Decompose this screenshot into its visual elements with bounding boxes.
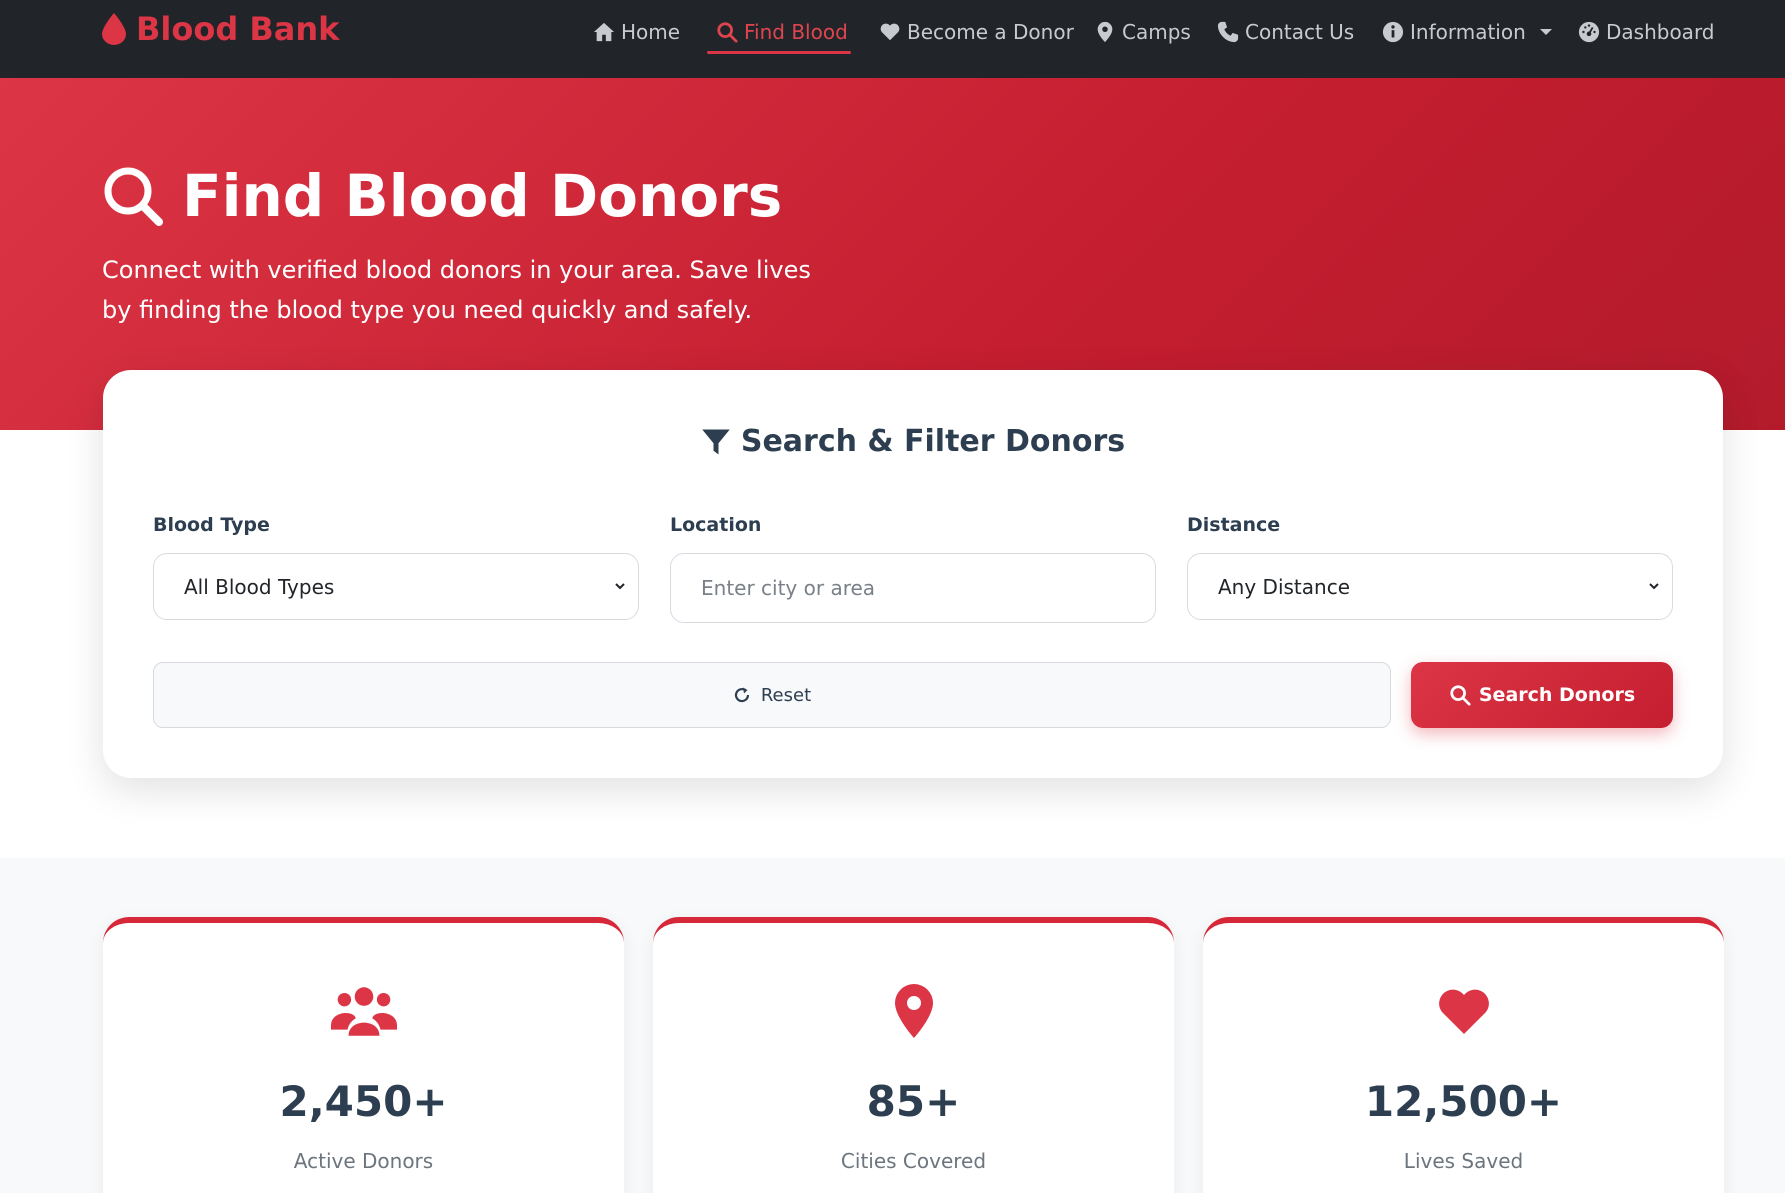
stat-icon-wrap bbox=[103, 983, 624, 1039]
users-icon bbox=[330, 987, 397, 1036]
search-card-heading-text: Search & Filter Donors bbox=[740, 424, 1126, 459]
reset-button-label: Reset bbox=[760, 684, 812, 706]
heart-icon bbox=[880, 23, 900, 41]
distance-label: Distance bbox=[1187, 514, 1281, 536]
stat-label: Cities Covered bbox=[840, 1149, 987, 1173]
location-placeholder: Enter city or area bbox=[701, 576, 876, 600]
reset-button[interactable]: Reset bbox=[153, 662, 1391, 728]
location-input[interactable]: Enter city or area bbox=[670, 553, 1156, 623]
gauge-icon bbox=[1578, 21, 1600, 43]
stat-label: Active Donors bbox=[293, 1149, 434, 1173]
stat-value: 12,500+ bbox=[1364, 1077, 1563, 1126]
chevron-down-icon bbox=[1539, 29, 1552, 35]
heart-icon bbox=[1438, 989, 1489, 1034]
stat-card-cities-covered: 85+ Cities Covered bbox=[653, 917, 1174, 1193]
phone-icon bbox=[1217, 21, 1239, 43]
nav-contact-label: Contact Us bbox=[1245, 20, 1355, 44]
chevron-down-icon bbox=[615, 583, 625, 590]
nav-camps-label: Camps bbox=[1122, 20, 1191, 44]
nav-information-label: Information bbox=[1410, 20, 1526, 44]
stat-icon-wrap bbox=[1203, 983, 1724, 1039]
blood-type-value: All Blood Types bbox=[184, 574, 335, 599]
reset-icon bbox=[734, 687, 749, 703]
home-icon bbox=[593, 22, 615, 42]
nav-camps[interactable]: Camps bbox=[1094, 12, 1191, 52]
nav-home[interactable]: Home bbox=[593, 12, 680, 52]
nav-become-donor[interactable]: Become a Donor bbox=[879, 12, 1074, 52]
nav-dashboard-label: Dashboard bbox=[1606, 20, 1715, 44]
main-nav: Home Find Blood Become a Donor Camps Con… bbox=[0, 0, 1785, 78]
search-icon bbox=[104, 167, 163, 226]
nav-dashboard[interactable]: Dashboard bbox=[1578, 12, 1715, 52]
navbar: Blood Bank Home Find Blood Become a Dono… bbox=[0, 0, 1785, 78]
stat-value: 85+ bbox=[866, 1077, 961, 1126]
hero-subtitle: Connect with verified blood donors in yo… bbox=[102, 256, 811, 324]
nav-find-blood[interactable]: Find Blood bbox=[716, 12, 848, 52]
search-filter-card: Search & Filter Donors Blood Type All Bl… bbox=[103, 370, 1723, 778]
search-icon bbox=[1450, 685, 1471, 706]
stat-card-lives-saved: 12,500+ Lives Saved bbox=[1203, 917, 1724, 1193]
nav-home-label: Home bbox=[621, 20, 681, 44]
map-pin-icon bbox=[894, 984, 933, 1038]
active-nav-indicator bbox=[707, 51, 851, 54]
search-donors-button[interactable]: Search Donors bbox=[1411, 662, 1673, 728]
nav-become-donor-label: Become a Donor bbox=[907, 20, 1074, 44]
location-label: Location bbox=[670, 514, 762, 536]
distance-select[interactable]: Any Distance bbox=[1187, 553, 1673, 620]
map-pin-icon bbox=[1097, 21, 1113, 43]
page-title: Find Blood Donors bbox=[102, 162, 782, 230]
search-card-heading: Search & Filter Donors bbox=[103, 424, 1723, 459]
distance-value: Any Distance bbox=[1218, 574, 1351, 599]
search-donors-button-label: Search Donors bbox=[1478, 684, 1636, 706]
search-icon bbox=[717, 22, 738, 43]
nav-contact[interactable]: Contact Us bbox=[1217, 12, 1354, 52]
nav-find-blood-label: Find Blood bbox=[744, 20, 848, 44]
stat-value: 2,450+ bbox=[279, 1077, 448, 1126]
stat-icon-wrap bbox=[653, 983, 1174, 1039]
filter-icon bbox=[702, 429, 730, 454]
info-icon bbox=[1382, 21, 1404, 43]
nav-information[interactable]: Information bbox=[1382, 12, 1552, 52]
chevron-down-icon bbox=[1649, 583, 1659, 590]
stat-label: Lives Saved bbox=[1403, 1149, 1524, 1173]
blood-type-label: Blood Type bbox=[153, 514, 270, 536]
blood-type-select[interactable]: All Blood Types bbox=[153, 553, 639, 620]
page-title-text: Find Blood Donors bbox=[182, 162, 783, 230]
stat-card-active-donors: 2,450+ Active Donors bbox=[103, 917, 624, 1193]
